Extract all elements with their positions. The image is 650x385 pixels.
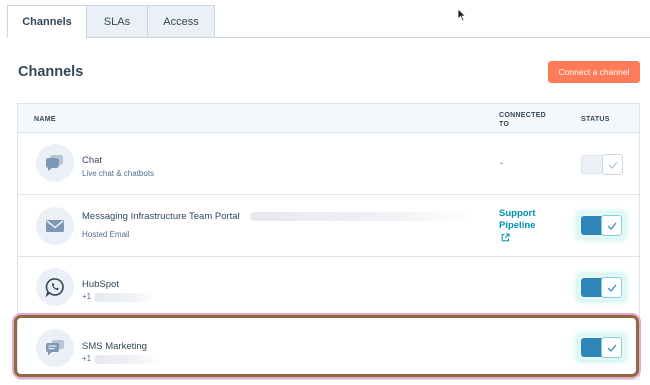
toggle-knob: [601, 215, 622, 236]
page-title: Channels: [18, 64, 84, 80]
channel-name: SMS Marketing: [82, 341, 147, 352]
toggle-knob: [602, 154, 623, 175]
toggle-knob: [601, 337, 622, 358]
sms-chat-icon: [36, 329, 74, 367]
redacted-text: [94, 355, 160, 364]
table-row-whatsapp: HubSpot +1: [18, 257, 639, 317]
tab-slas-label: SLAs: [103, 15, 131, 28]
tab-access[interactable]: Access: [147, 5, 215, 38]
redacted-text: [250, 212, 475, 221]
tab-channels-label: Channels: [22, 15, 72, 28]
table-row-email: Messaging Infrastructure Team Portal Hos…: [18, 195, 639, 257]
channel-name: Chat: [82, 155, 103, 166]
tab-channels[interactable]: Channels: [7, 5, 87, 38]
channel-subtitle: Live chat & chatbots: [82, 169, 155, 178]
channel-subtitle: +1: [82, 292, 92, 301]
channel-name: Messaging Infrastructure Team Portal: [82, 211, 240, 222]
header-connected-to: CONNECTED TO: [499, 112, 547, 128]
connected-to-value: -: [500, 158, 503, 168]
check-icon: [607, 344, 616, 352]
channel-subtitle: Hosted Email: [82, 230, 130, 239]
check-icon: [608, 161, 617, 169]
tab-slas[interactable]: SLAs: [86, 5, 148, 38]
redacted-text: [94, 293, 154, 302]
whatsapp-icon: [36, 268, 74, 306]
header-status: STATUS: [581, 116, 610, 123]
mouse-cursor-icon: [457, 8, 467, 22]
tab-bar: Channels SLAs Access: [7, 5, 215, 38]
envelope-icon: [36, 207, 74, 245]
check-icon: [607, 222, 616, 230]
channel-name: HubSpot: [82, 279, 119, 290]
header-name: NAME: [34, 116, 56, 123]
status-toggle-sms[interactable]: [578, 335, 625, 360]
check-icon: [607, 284, 616, 292]
support-pipeline-link[interactable]: Support Pipeline: [499, 208, 559, 232]
table-header: NAME CONNECTED TO STATUS: [18, 104, 639, 133]
channels-table: NAME CONNECTED TO STATUS Chat Live chat …: [17, 103, 640, 380]
status-toggle-chat[interactable]: [578, 152, 625, 177]
status-toggle-email[interactable]: [578, 213, 625, 238]
status-toggle-whatsapp[interactable]: [578, 275, 625, 300]
tab-access-label: Access: [163, 15, 199, 28]
external-link-icon[interactable]: [501, 233, 510, 242]
chat-bubble-icon: [36, 144, 74, 182]
table-row-chat: Chat Live chat & chatbots -: [18, 133, 639, 195]
tab-divider: [213, 37, 650, 38]
table-row-sms: SMS Marketing +1: [18, 317, 639, 379]
connect-channel-button[interactable]: Connect a channel: [548, 61, 640, 83]
toggle-knob: [601, 277, 622, 298]
channel-subtitle: +1: [82, 354, 92, 363]
